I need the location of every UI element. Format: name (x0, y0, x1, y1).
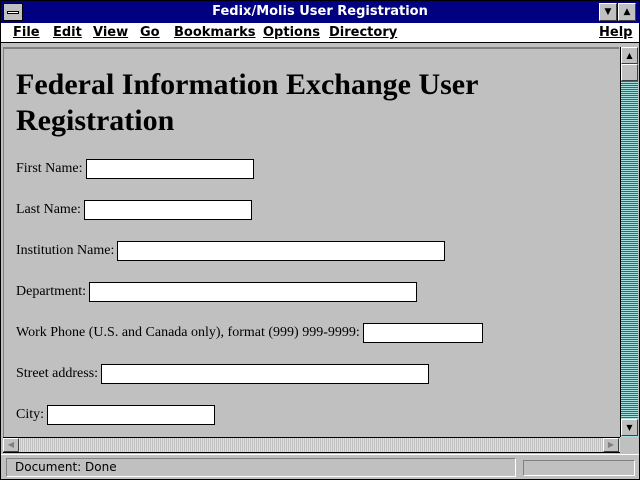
first-name-label: First Name: (16, 161, 83, 176)
document-view[interactable]: Federal Information Exchange User Regist… (3, 47, 619, 437)
last-name-input[interactable] (83, 200, 252, 220)
menu-help[interactable]: Help (599, 25, 632, 40)
menu-go[interactable]: Go (140, 25, 160, 40)
menu-view-label: View (93, 25, 129, 40)
vertical-scrollbar[interactable]: ▲ ▼ (620, 47, 638, 437)
institution-name-input[interactable] (117, 241, 446, 261)
status-bar: Document: Done (1, 454, 639, 479)
city-row: City: (16, 405, 216, 425)
work-phone-row: Work Phone (U.S. and Canada only), forma… (16, 323, 483, 343)
city-label: City: (16, 407, 45, 422)
first-name-input[interactable] (85, 159, 254, 179)
last-name-label: Last Name: (16, 202, 81, 217)
maximize-button[interactable]: ▲ (618, 3, 636, 21)
institution-name-label: Institution Name: (16, 243, 115, 258)
menu-bookmarks-label: Bookmarks (174, 25, 256, 40)
menu-directory[interactable]: Directory (329, 25, 397, 40)
window-title: Fedix/Molis User Registration (212, 4, 428, 19)
menu-options[interactable]: Options (263, 25, 320, 40)
department-label: Department: (16, 284, 86, 299)
scroll-left-button[interactable]: ◀ (3, 438, 19, 452)
menu-options-label: Options (263, 25, 320, 40)
menu-go-label: Go (140, 25, 160, 40)
menu-bookmarks[interactable]: Bookmarks (174, 25, 256, 40)
work-phone-input[interactable] (362, 323, 483, 343)
scrollbar-corner (620, 437, 639, 453)
vertical-scroll-thumb[interactable] (621, 64, 638, 81)
menu-edit-label: Edit (53, 25, 82, 40)
department-input[interactable] (88, 282, 417, 302)
scroll-right-button[interactable]: ▶ (603, 438, 619, 452)
minimize-button[interactable]: ▼ (599, 3, 617, 21)
progress-indicator (523, 460, 635, 476)
first-name-row: First Name: (16, 159, 254, 179)
work-phone-label: Work Phone (U.S. and Canada only), forma… (16, 325, 360, 340)
street-address-input[interactable] (101, 364, 430, 384)
page-title: Federal Information Exchange User Regist… (16, 68, 478, 137)
institution-name-row: Institution Name: (16, 241, 446, 261)
menu-file-label: File (13, 25, 40, 40)
menu-edit[interactable]: Edit (53, 25, 82, 40)
browser-window: Fedix/Molis User Registration ▼ ▲ File E… (0, 0, 640, 480)
status-text: Document: Done (6, 458, 516, 477)
menu-file[interactable]: File (13, 25, 40, 40)
horizontal-scrollbar[interactable]: ◀ ▶ (3, 437, 620, 453)
last-name-row: Last Name: (16, 200, 252, 220)
city-input[interactable] (47, 405, 216, 425)
scroll-down-button[interactable]: ▼ (621, 419, 638, 436)
menu-bar: File Edit View Go Bookmarks Options Dire… (1, 23, 639, 43)
street-address-label: Street address: (16, 366, 99, 381)
menu-help-label: Help (599, 25, 633, 40)
street-address-row: Street address: (16, 364, 430, 384)
department-row: Department: (16, 282, 417, 302)
menu-directory-label: Directory (329, 25, 398, 40)
title-bar[interactable]: Fedix/Molis User Registration ▼ ▲ (1, 1, 639, 23)
scroll-up-button[interactable]: ▲ (621, 47, 638, 64)
menu-view[interactable]: View (93, 25, 128, 40)
